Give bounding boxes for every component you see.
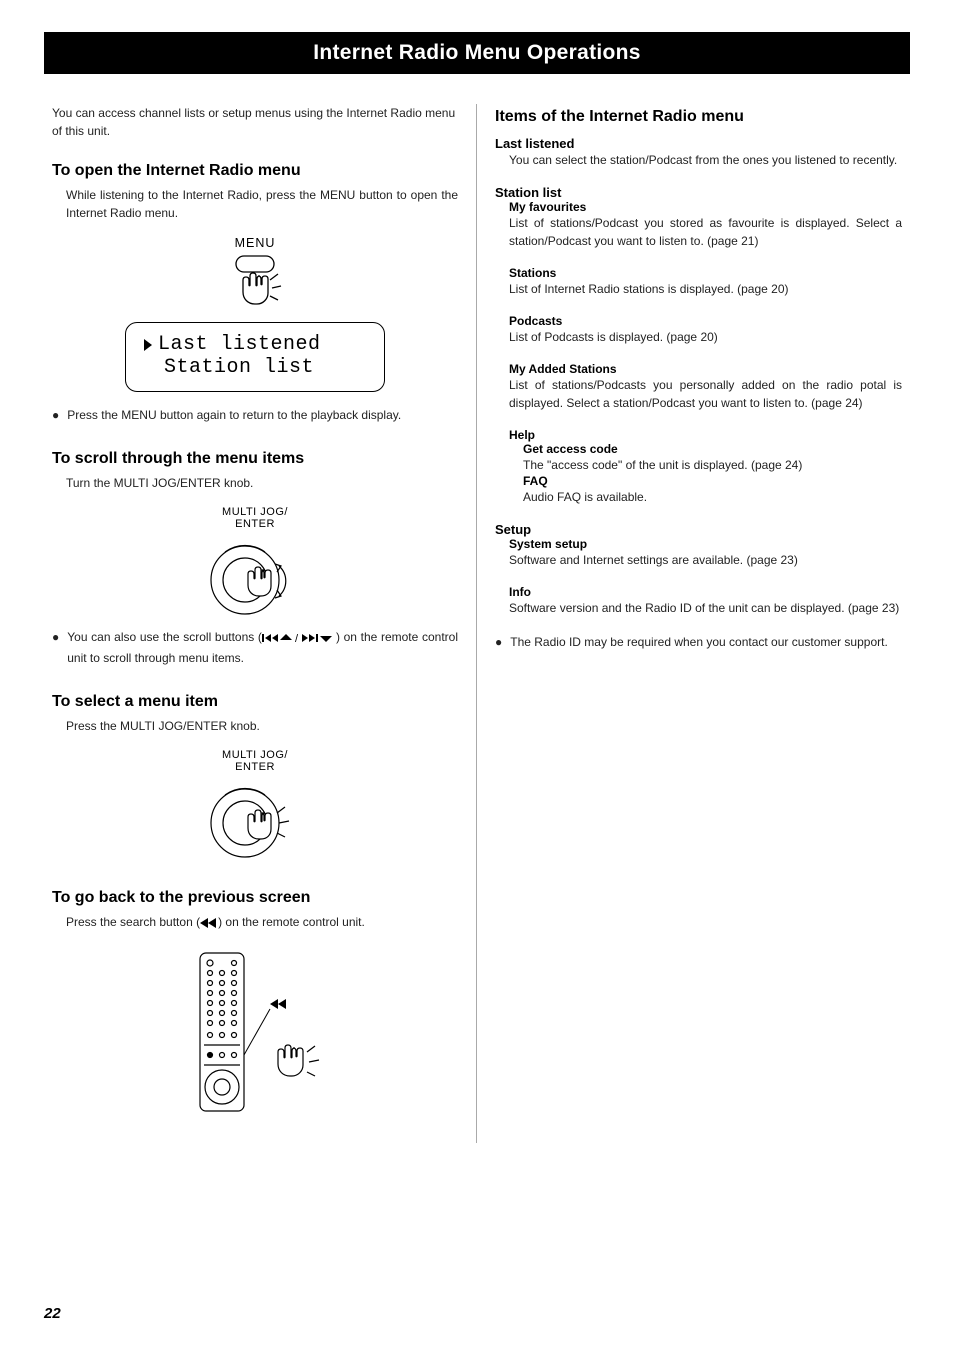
body-system-setup: Software and Internet settings are avail…	[509, 551, 902, 569]
lcd-line1: Last listened	[158, 333, 321, 356]
body-scroll: Turn the MULTI JOG/ENTER knob.	[52, 474, 458, 492]
press-hand-icon	[220, 250, 290, 314]
bullet-dot-icon: ●	[495, 633, 502, 651]
item-podcasts: Podcasts List of Podcasts is displayed. …	[495, 314, 902, 346]
title-last-listened: Last listened	[495, 136, 902, 151]
item-my-added: My Added Stations List of stations/Podca…	[495, 362, 902, 412]
two-column-layout: You can access channel lists or setup me…	[44, 104, 910, 1143]
jog-label-1b: ENTER	[52, 518, 458, 530]
svg-text:/: /	[295, 633, 299, 644]
item-my-favourites: My favourites List of stations/Podcast y…	[495, 200, 902, 250]
item-station-list: Station list My favourites List of stati…	[495, 185, 902, 506]
body-get-access: The "access code" of the unit is display…	[523, 456, 902, 474]
item-stations: Stations List of Internet Radio stations…	[495, 266, 902, 298]
left-column: You can access channel lists or setup me…	[44, 104, 477, 1143]
remote-figure	[52, 947, 458, 1117]
bullet-open-menu-text: Press the MENU button again to return to…	[67, 406, 401, 424]
section-select: To select a menu item Press the MULTI JO…	[52, 693, 458, 863]
title-podcasts: Podcasts	[509, 314, 902, 328]
section-scroll: To scroll through the menu items Turn th…	[52, 450, 458, 667]
item-get-access: Get access code The "access code" of the…	[509, 442, 902, 474]
heading-go-back: To go back to the previous screen	[52, 889, 458, 907]
menu-label: MENU	[52, 236, 458, 250]
remote-icon	[170, 947, 340, 1117]
section-go-back: To go back to the previous screen Press …	[52, 889, 458, 1117]
item-help: Help Get access code The "access code" o…	[495, 428, 902, 506]
title-help: Help	[509, 428, 902, 442]
bullet-scroll: ● You can also use the scroll buttons (/…	[52, 628, 458, 667]
page-number: 22	[44, 1305, 61, 1322]
lcd-line2: Station list	[164, 356, 314, 379]
item-setup: Setup System setup Software and Internet…	[495, 522, 902, 617]
body-info: Software version and the Radio ID of the…	[509, 599, 902, 617]
body-podcasts: List of Podcasts is displayed. (page 20)	[509, 328, 902, 346]
body-my-favourites: List of stations/Podcast you stored as f…	[509, 214, 902, 250]
bullet-dot-icon: ●	[52, 406, 59, 424]
title-stations: Stations	[509, 266, 902, 280]
body-last-listened: You can select the station/Podcast from …	[495, 151, 902, 169]
scroll-buttons-icon: /	[262, 631, 336, 649]
heading-items: Items of the Internet Radio menu	[495, 108, 902, 126]
body-faq: Audio FAQ is available.	[523, 488, 902, 506]
heading-select: To select a menu item	[52, 693, 458, 711]
right-column: Items of the Internet Radio menu Last li…	[477, 104, 910, 1143]
heading-scroll: To scroll through the menu items	[52, 450, 458, 468]
bullet-scroll-text: You can also use the scroll buttons (/) …	[67, 628, 458, 667]
rewind-icon	[200, 915, 218, 933]
turn-knob-icon	[205, 536, 305, 620]
jog-knob-figure-2: MULTI JOG/ ENTER	[52, 749, 458, 863]
title-faq: FAQ	[523, 474, 902, 488]
bullet-dot-icon: ●	[52, 628, 59, 667]
jog-label-2a: MULTI JOG/	[52, 749, 458, 761]
title-my-added: My Added Stations	[509, 362, 902, 376]
item-faq: FAQ Audio FAQ is available.	[509, 474, 902, 506]
section-open-menu: To open the Internet Radio menu While li…	[52, 162, 458, 424]
bullet-radio-id: ● The Radio ID may be required when you …	[495, 633, 902, 651]
jog-knob-figure-1: MULTI JOG/ ENTER	[52, 506, 458, 620]
title-my-favourites: My favourites	[509, 200, 902, 214]
heading-open-menu: To open the Internet Radio menu	[52, 162, 458, 180]
item-system-setup: System setup Software and Internet setti…	[495, 537, 902, 569]
bullet-radio-id-text: The Radio ID may be required when you co…	[510, 633, 888, 651]
menu-button-figure: MENU	[52, 236, 458, 314]
body-my-added: List of stations/Podcasts you personally…	[509, 376, 902, 412]
body-go-back: Press the search button () on the remote…	[52, 913, 458, 933]
lcd-display: Last listened Station list	[125, 322, 385, 392]
intro-text: You can access channel lists or setup me…	[52, 104, 458, 140]
title-get-access: Get access code	[523, 442, 902, 456]
body-select: Press the MULTI JOG/ENTER knob.	[52, 717, 458, 735]
item-info: Info Software version and the Radio ID o…	[495, 585, 902, 617]
press-knob-icon	[205, 779, 305, 863]
title-system-setup: System setup	[509, 537, 902, 551]
triangle-right-icon	[144, 339, 152, 351]
title-setup: Setup	[495, 522, 902, 537]
title-station-list: Station list	[495, 185, 902, 200]
title-info: Info	[509, 585, 902, 599]
jog-label-1a: MULTI JOG/	[52, 506, 458, 518]
body-open-menu: While listening to the Internet Radio, p…	[52, 186, 458, 222]
page-title: Internet Radio Menu Operations	[44, 32, 910, 74]
body-stations: List of Internet Radio stations is displ…	[509, 280, 902, 298]
item-last-listened: Last listened You can select the station…	[495, 136, 902, 169]
jog-label-2b: ENTER	[52, 761, 458, 773]
bullet-open-menu: ● Press the MENU button again to return …	[52, 406, 458, 424]
